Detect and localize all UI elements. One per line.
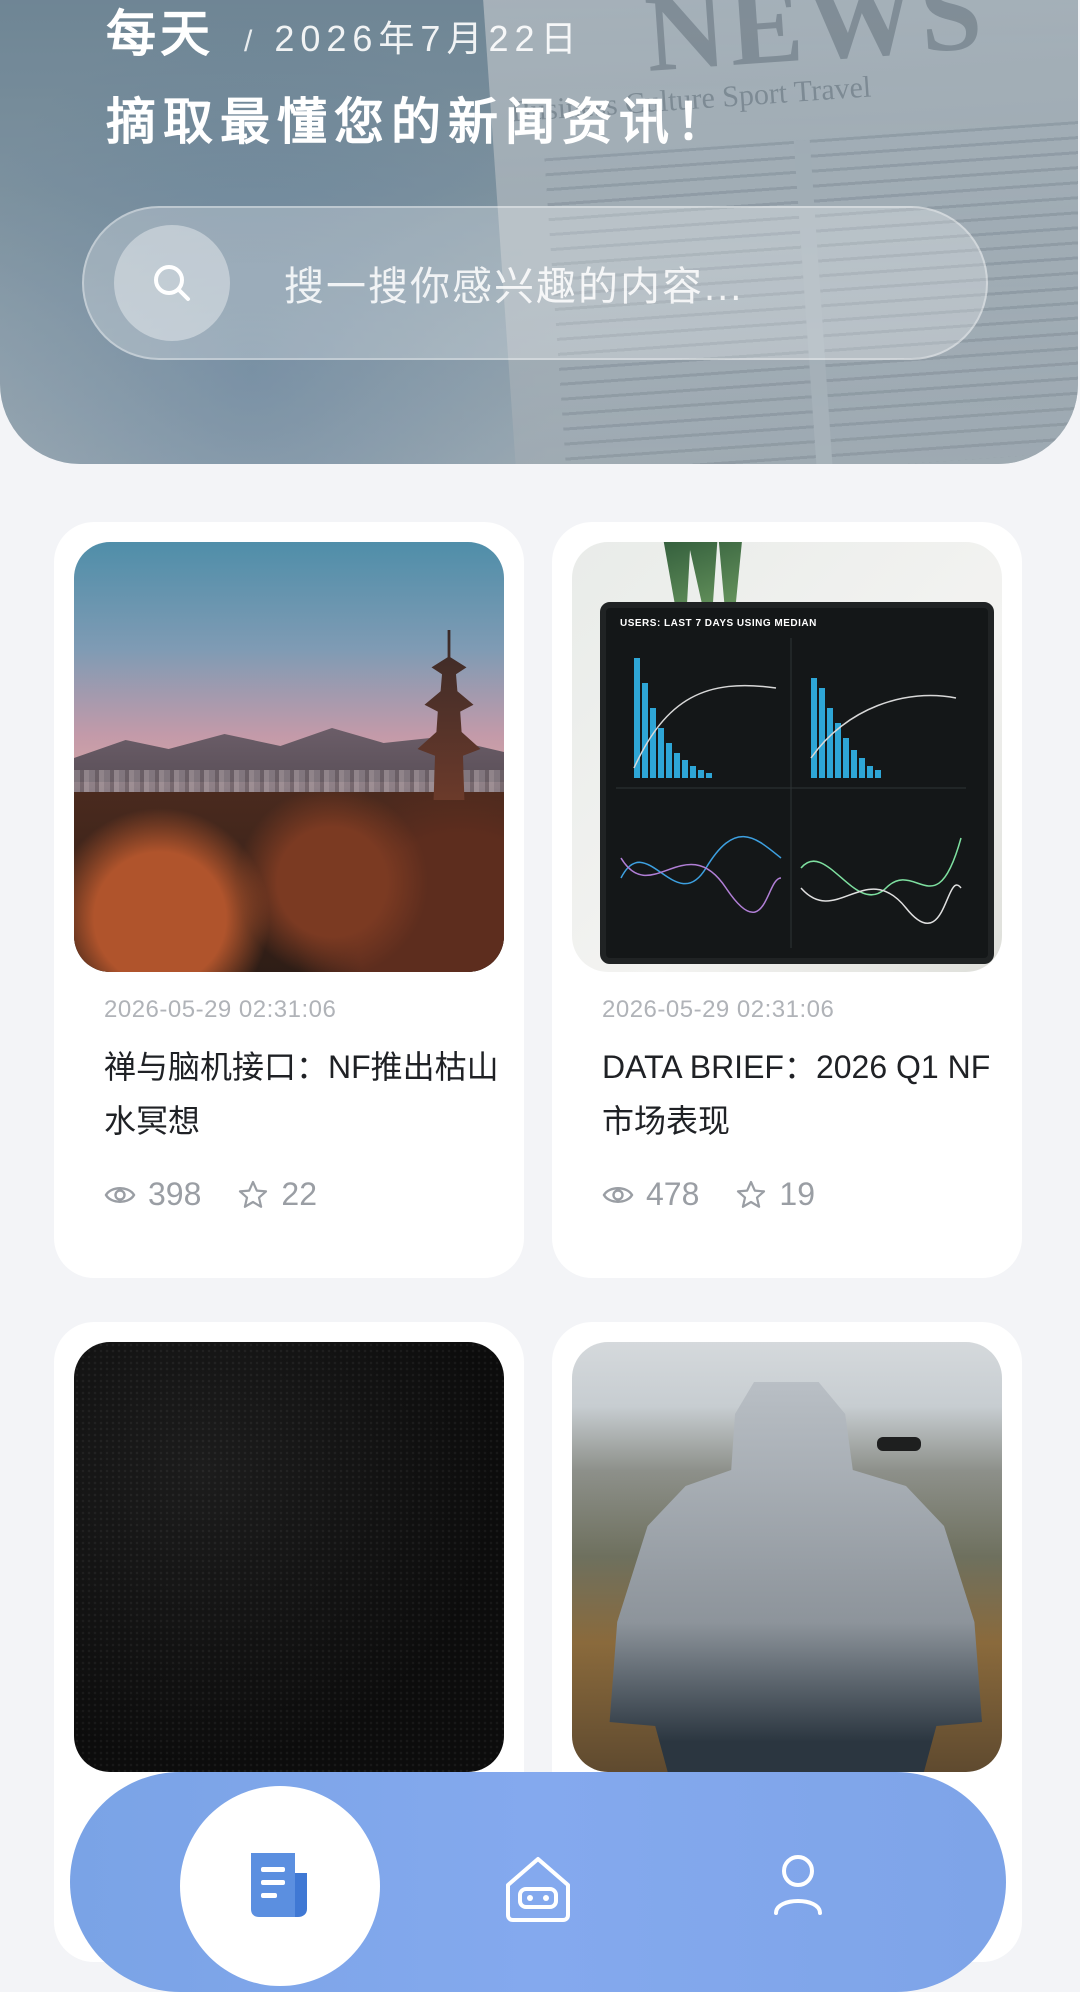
- header-title-main: 每天: [106, 6, 214, 62]
- news-card[interactable]: USERS: LAST 7 DAYS USING MEDIAN 2026-05-…: [552, 522, 1022, 1278]
- news-card-stats: 478 19: [602, 1176, 815, 1213]
- header-banner: NEWS Business Culture Sport Travel 每天 / …: [0, 0, 1078, 464]
- news-card-title[interactable]: 禅与脑机接口：NF推出枯山水冥想: [104, 1040, 504, 1148]
- search-button[interactable]: [114, 225, 230, 341]
- view-count-value: 478: [646, 1176, 700, 1212]
- star-count[interactable]: 19: [735, 1176, 815, 1213]
- dashboard-charts: [616, 638, 966, 948]
- news-card-title[interactable]: DATA BRIEF：2026 Q1 NF市场表现: [602, 1040, 1002, 1148]
- bottom-navigation-bar: [70, 1772, 1006, 1992]
- header-title: 每天 / 2026年7月22日: [106, 0, 583, 66]
- header-subtitle: 摘取最懂您的新闻资讯！: [106, 94, 733, 150]
- nav-tab-profile[interactable]: [753, 1842, 843, 1932]
- user-icon: [774, 1855, 822, 1915]
- tablet-screen: USERS: LAST 7 DAYS USING MEDIAN: [600, 602, 994, 964]
- search-bar[interactable]: 搜一搜你感兴趣的内容...: [82, 206, 988, 360]
- hooded-person-shape: [609, 1382, 982, 1772]
- news-card-image[interactable]: USERS: LAST 7 DAYS USING MEDIAN: [572, 542, 1002, 972]
- news-card-image[interactable]: [572, 1342, 1002, 1772]
- news-icon: [251, 1853, 307, 1917]
- news-card-time: 2026-05-29 02:31:06: [104, 996, 337, 1023]
- search-input[interactable]: 搜一搜你感兴趣的内容...: [284, 254, 743, 312]
- header-date: 2026年7月22日: [274, 18, 583, 59]
- news-card-image[interactable]: [74, 542, 504, 972]
- view-count: 478: [602, 1176, 699, 1213]
- nav-tab-home[interactable]: [493, 1842, 583, 1932]
- news-card-stats: 398 22: [104, 1176, 317, 1213]
- news-card-image[interactable]: [74, 1342, 504, 1772]
- star-count-value: 22: [281, 1176, 317, 1212]
- drone-shape: [877, 1437, 921, 1451]
- star-count[interactable]: 22: [237, 1176, 317, 1213]
- nav-tab-news[interactable]: [235, 1840, 325, 1930]
- news-card[interactable]: 2026-05-29 02:31:06 禅与脑机接口：NF推出枯山水冥想 398…: [54, 522, 524, 1278]
- eye-icon: [602, 1186, 634, 1203]
- news-card-time: 2026-05-29 02:31:06: [602, 996, 835, 1023]
- star-count-value: 19: [779, 1176, 815, 1212]
- header-title-separator: /: [244, 25, 253, 58]
- eye-icon: [104, 1186, 136, 1203]
- view-count: 398: [104, 1176, 201, 1213]
- star-icon: [239, 1180, 268, 1208]
- view-count-value: 398: [148, 1176, 202, 1212]
- search-icon: [154, 265, 190, 301]
- star-icon: [737, 1180, 766, 1208]
- robot-home-icon: [506, 1857, 570, 1922]
